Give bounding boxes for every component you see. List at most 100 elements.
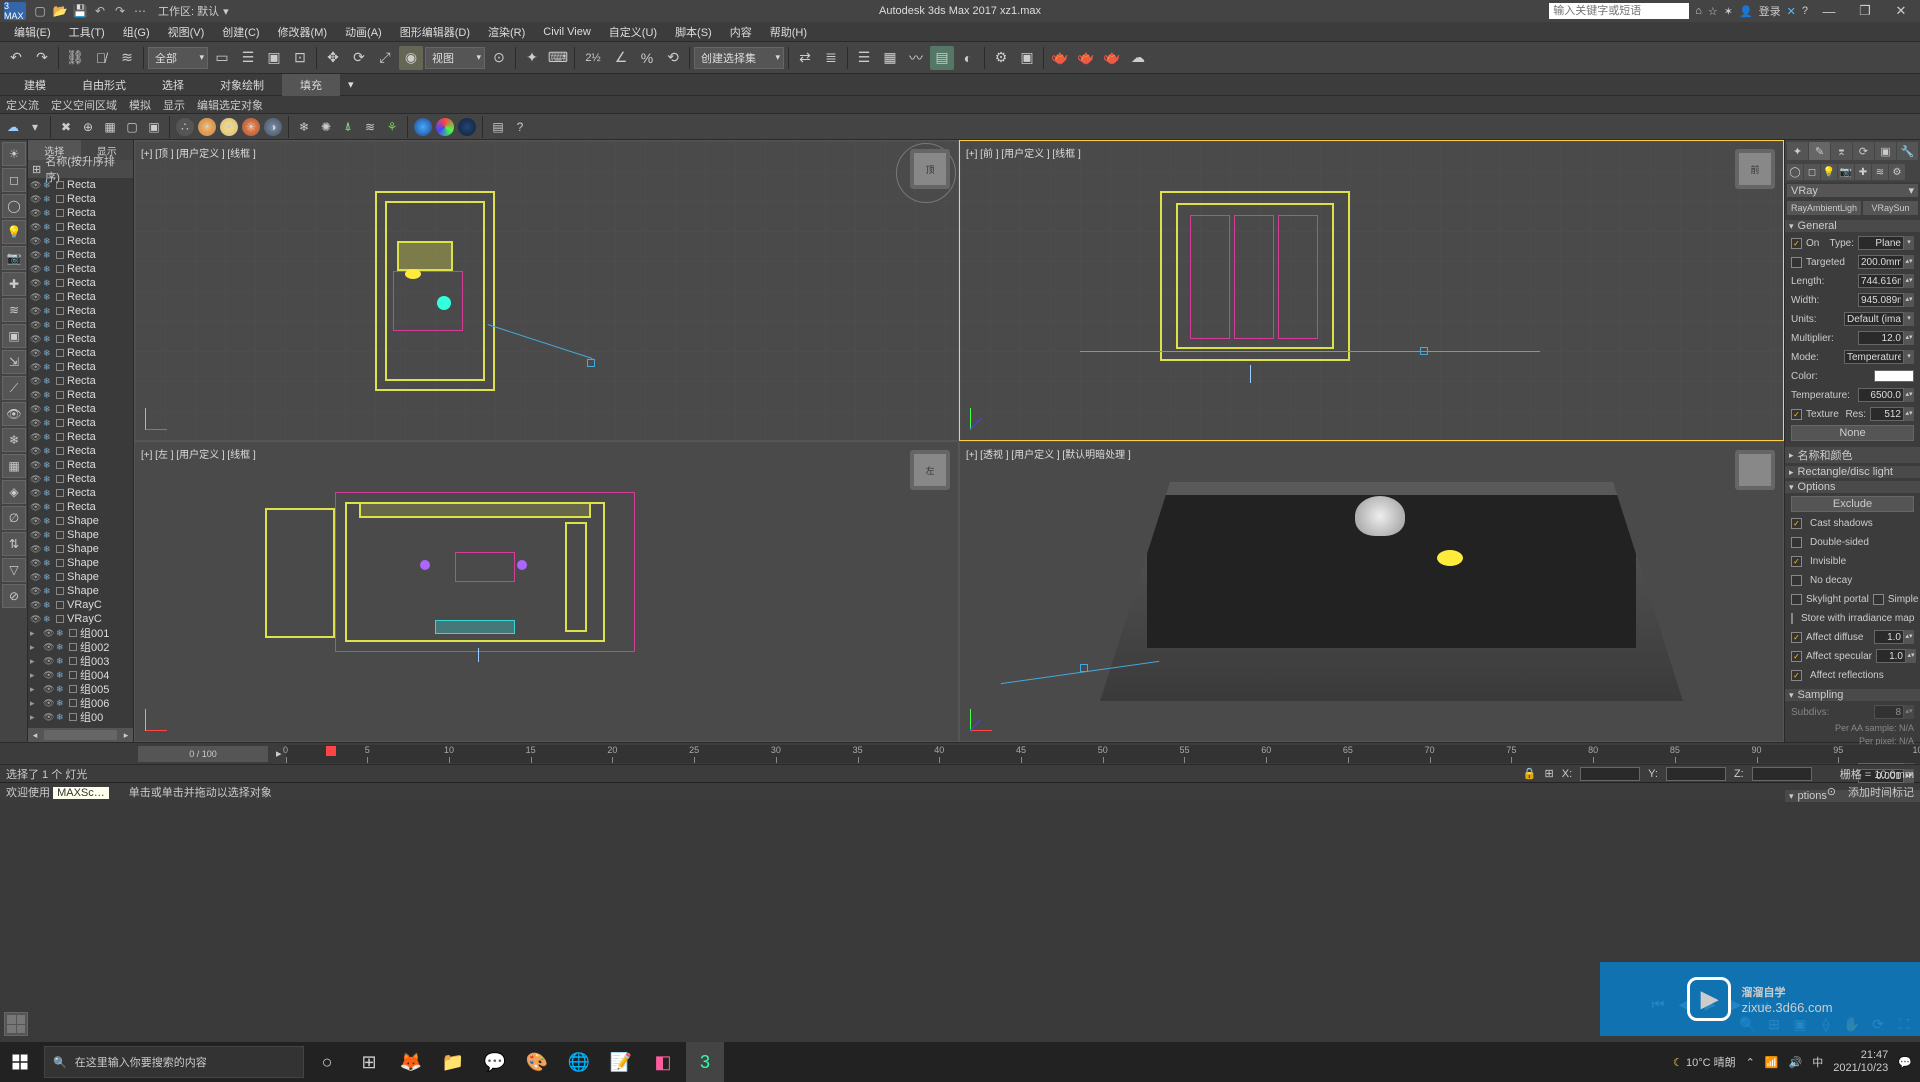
freeze-icon[interactable]: ❄ [43,544,53,554]
freeze-icon[interactable]: ❄ [56,628,66,638]
menu-help[interactable]: 帮助(H) [762,22,815,42]
moon-icon[interactable]: ◑ [264,118,282,136]
fog-icon[interactable]: ≋ [361,118,379,136]
viewport-persp-label[interactable]: [+] [透视 ] [用户定义 ] [默认明暗处理 ] [966,446,1131,461]
lock-selection-icon[interactable]: 🔒 [1523,767,1537,780]
spinner-arrows-icon[interactable]: ▴▾ [1904,255,1914,269]
manipulate-button[interactable]: ✦ [520,46,544,70]
expand-icon[interactable]: ▸ [30,628,40,638]
freeze-icon[interactable]: ❄ [43,572,53,582]
wechat-icon[interactable]: 💬 [476,1042,514,1082]
curve-editor-button[interactable]: 〰 [904,46,928,70]
cat-cameras-icon[interactable]: 📷 [1838,164,1854,180]
visibility-icon[interactable]: 👁 [30,334,40,344]
layer-explorer-button[interactable]: ☰ [852,46,876,70]
scene-item[interactable]: 👁❄Recta [28,444,133,458]
particle1-icon[interactable]: ❄ [295,118,313,136]
ribbon-panel-display[interactable]: 显示 [163,97,185,113]
filter-geometry-icon[interactable]: ◻ [2,168,26,192]
visibility-icon[interactable]: 👁 [30,600,40,610]
qat-undo-icon[interactable]: ↶ [92,3,108,19]
render-iterative-button[interactable]: 🫖 [1074,46,1098,70]
keyframe-icon[interactable] [326,746,336,756]
freeze-icon[interactable]: ❄ [43,530,53,540]
filter-none-icon[interactable]: ∅ [2,506,26,530]
rollout-rect-disc[interactable]: Rectangle/disc light [1785,466,1920,478]
scene-item[interactable]: 👁❄Recta [28,220,133,234]
ribbon-tab-populate[interactable]: 填充 [282,74,340,96]
multiplier-spinner[interactable] [1858,331,1904,345]
visibility-icon[interactable]: 👁 [30,488,40,498]
sphere-blue-icon[interactable] [414,118,432,136]
visibility-icon[interactable]: 👁 [30,348,40,358]
visibility-icon[interactable]: 👁 [30,586,40,596]
viewcube-left[interactable]: 左 [910,450,950,490]
dropdown-arrow-icon[interactable]: ▾ [1904,312,1914,326]
freeze-icon[interactable]: ❄ [43,292,53,302]
scene-item[interactable]: 👁❄Recta [28,486,133,500]
cloud-icon[interactable]: ☁ [4,118,22,136]
select-button[interactable]: ▭ [210,46,234,70]
double-sided-checkbox[interactable] [1791,537,1802,548]
qat-save-icon[interactable]: 💾 [72,3,88,19]
keyboard-shortcut-button[interactable]: ⌨ [546,46,570,70]
start-button[interactable] [0,1042,40,1082]
ref-coord-dropdown[interactable]: 视图 [425,47,485,69]
dropdown-arrow-icon[interactable]: ▾ [1904,350,1914,364]
type-dropdown[interactable] [1858,236,1904,250]
app-logo-icon[interactable]: 3 MAX [4,2,26,20]
weather-widget[interactable]: ☾ 10°C 晴朗 [1673,1054,1736,1070]
visibility-icon[interactable]: 👁 [30,530,40,540]
filter-display-icon[interactable]: ☀ [2,142,26,166]
scroll-thumb[interactable] [44,730,117,740]
freeze-icon[interactable]: ❄ [43,418,53,428]
notes-icon[interactable]: 📝 [602,1042,640,1082]
tab-modify-icon[interactable]: ✎ [1809,142,1830,160]
tray-volume-icon[interactable]: 🔊 [1789,1056,1803,1069]
scene-item[interactable]: 👁❄Recta [28,332,133,346]
menu-create[interactable]: 创建(C) [214,22,267,42]
viewport-top[interactable]: [+] [顶 ] [用户定义 ] [线框 ] 顶 [134,140,959,441]
select-region-rect-button[interactable]: ▣ [262,46,286,70]
simple-checkbox[interactable] [1873,594,1884,605]
tree-icon[interactable]: ⍋ [339,118,357,136]
spinner-arrows-icon[interactable]: ▴▾ [1904,293,1914,307]
filter-hidden-icon[interactable]: 👁 [2,402,26,426]
grid-icon[interactable]: ▦ [101,118,119,136]
freeze-icon[interactable]: ❄ [43,306,53,316]
scroll-left-icon[interactable]: ◂ [28,730,42,741]
qat-open-icon[interactable]: 📂 [52,3,68,19]
cat-spacewarps-icon[interactable]: ≋ [1872,164,1888,180]
layout-quad-icon[interactable] [4,1012,28,1036]
freeze-icon[interactable]: ❄ [43,390,53,400]
spinner-arrows-icon[interactable]: ▴▾ [1906,649,1916,663]
visibility-icon[interactable]: 👁 [30,558,40,568]
viewcube-front[interactable]: 前 [1735,149,1775,189]
rendered-frame-button[interactable]: ▣ [1015,46,1039,70]
snap-toggle-button[interactable]: 2½ [579,46,607,70]
freeze-icon[interactable]: ❄ [43,432,53,442]
aff-diffuse-spinner[interactable] [1874,630,1904,644]
tab-display-icon[interactable]: ▣ [1875,142,1896,160]
res-spinner[interactable] [1870,407,1904,421]
freeze-icon[interactable]: ❄ [43,334,53,344]
scene-item[interactable]: 👁❄Shape [28,570,133,584]
visibility-icon[interactable]: 👁 [30,222,40,232]
material-editor-button[interactable]: ◐ [956,46,980,70]
menu-graph-editors[interactable]: 图形编辑器(D) [392,22,478,42]
tab-hierarchy-icon[interactable]: ⌆ [1831,142,1852,160]
scene-item[interactable]: 👁❄Recta [28,178,133,192]
spinner-arrows-icon[interactable]: ▴▾ [1904,388,1914,402]
filter-lights-icon[interactable]: 💡 [2,220,26,244]
taskview-icon[interactable]: ⊞ [350,1042,388,1082]
nodecay-checkbox[interactable] [1791,575,1802,586]
coord-x-input[interactable] [1580,767,1640,781]
scene-item[interactable]: 👁❄Recta [28,472,133,486]
scene-item[interactable]: 👁❄Recta [28,416,133,430]
freeze-icon[interactable]: ❄ [43,474,53,484]
freeze-icon[interactable]: ❄ [43,278,53,288]
angle-snap-button[interactable]: ∠ [609,46,633,70]
filter-containers-icon[interactable]: ▦ [2,454,26,478]
scene-item[interactable]: 👁❄Recta [28,402,133,416]
app-pink-icon[interactable]: ◧ [644,1042,682,1082]
